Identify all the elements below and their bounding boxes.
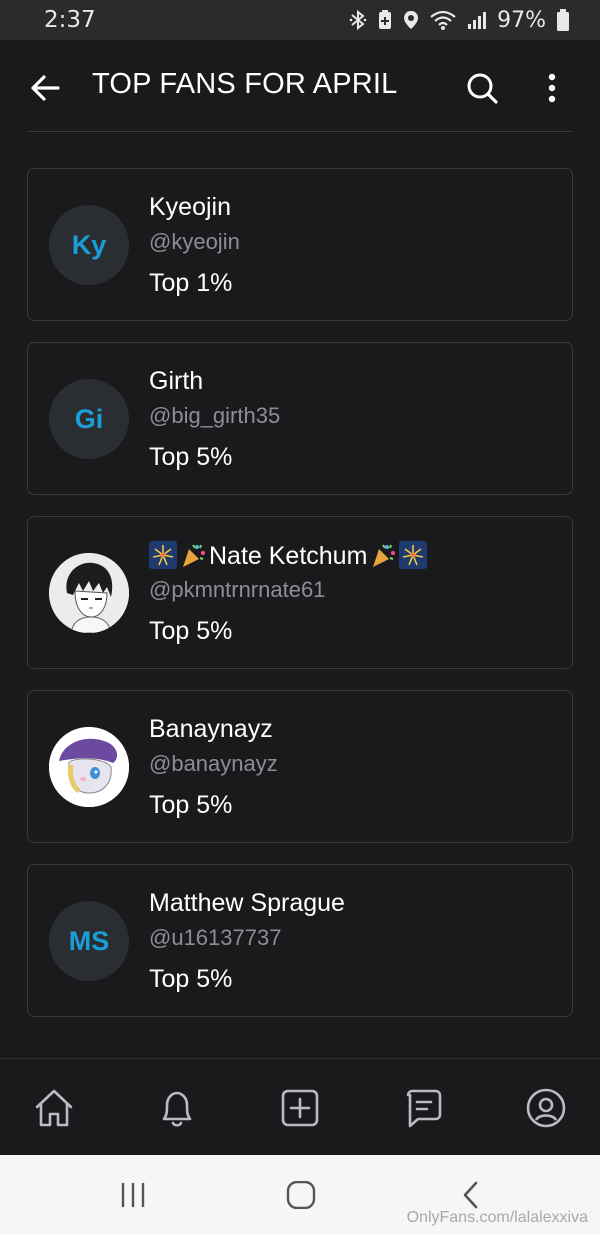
status-icons: 97% [349,8,570,33]
page-header: TOP FANS FOR APRIL [0,40,600,132]
avatar-initials: Gi [74,403,104,434]
home-circle-icon [286,1180,316,1210]
status-time: 2:37 [44,7,96,33]
fan-card[interactable]: Gi Girth @big_girth35 Top 5% [27,342,573,495]
fan-handle[interactable]: @banaynayz [149,751,278,777]
chat-icon [406,1089,442,1128]
top-fans-list: Ky Kyeojin @kyeojin Top 1% Gi Girth @big… [27,168,573,1038]
fan-name[interactable]: Banaynayz [149,715,273,744]
anime-portrait-image [49,553,129,633]
bluetooth-icon [349,9,367,31]
header-divider [27,131,573,132]
watermark: OnlyFans.com/lalalexxiva [406,1209,588,1226]
fan-handle[interactable]: @u16137737 [149,925,281,951]
fan-card[interactable]: Nate Ketchum @pkmntrnrnate61 Top 5% [27,516,573,669]
tab-profile[interactable] [523,1085,569,1131]
fan-name-text: Nate Ketchum [209,542,368,570]
avatar-initials: Ky [71,229,107,260]
bottom-tab-bar [0,1059,600,1155]
more-vertical-icon [548,73,556,103]
battery-percent: 97% [497,7,546,33]
status-bar: 2:37 97% [0,0,600,40]
home-button[interactable] [285,1180,317,1210]
fan-name[interactable]: Nate Ketchum [149,541,429,571]
fan-rank: Top 5% [149,965,233,993]
location-icon [404,11,419,29]
wifi-icon [430,10,456,30]
avatar-initials: MS [68,925,110,956]
fireworks-icon [399,541,428,569]
back-button[interactable] [28,70,64,106]
fan-handle[interactable]: @kyeojin [149,229,240,255]
fan-card[interactable]: Banaynayz @banaynayz Top 5% [27,690,573,843]
recents-button[interactable] [118,1181,148,1209]
avatar[interactable] [49,727,129,807]
fan-card[interactable]: MS Matthew Sprague @u16137737 Top 5% [27,864,573,1017]
bell-icon [162,1091,192,1127]
tab-notifications[interactable] [154,1085,200,1131]
fireworks-icon [149,541,177,569]
avatar[interactable] [49,553,129,633]
signal-icon [468,12,487,29]
arrow-left-icon [31,75,60,101]
avatar[interactable]: Ky [49,205,129,285]
fan-rank: Top 1% [149,269,233,297]
fan-name[interactable]: Kyeojin [149,193,231,222]
avatar[interactable]: Gi [49,379,129,459]
back-chevron-icon [463,1181,478,1209]
page-title: TOP FANS FOR APRIL [92,68,398,100]
tab-messages[interactable] [400,1085,446,1131]
battery-saver-icon [379,10,392,29]
home-icon [35,1089,73,1127]
back-nav-button[interactable] [456,1181,486,1209]
recents-icon [121,1183,145,1207]
profile-icon [526,1088,566,1128]
party-popper-icon [183,544,205,567]
tab-home[interactable] [31,1085,77,1131]
plus-square-icon [281,1089,319,1127]
avatar[interactable]: MS [49,901,129,981]
system-nav-bar: OnlyFans.com/lalalexxiva [0,1155,600,1234]
fan-card[interactable]: Ky Kyeojin @kyeojin Top 1% [27,168,573,321]
battery-icon [557,9,569,31]
fan-rank: Top 5% [149,617,233,645]
fan-rank: Top 5% [149,791,233,819]
fan-handle[interactable]: @pkmntrnrnate61 [149,577,325,603]
search-icon [467,73,498,104]
search-button[interactable] [464,70,500,106]
more-options-button[interactable] [540,70,564,106]
tab-new-post[interactable] [277,1085,323,1131]
party-popper-icon [373,544,396,567]
fan-name[interactable]: Matthew Sprague [149,889,345,918]
pony-portrait-image [49,727,129,807]
fan-rank: Top 5% [149,443,233,471]
fan-name[interactable]: Girth [149,367,203,396]
fan-handle[interactable]: @big_girth35 [149,403,280,429]
